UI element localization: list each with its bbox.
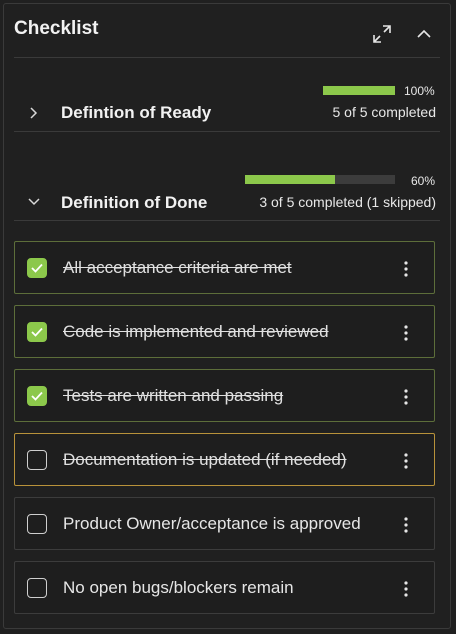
- checkbox-checked[interactable]: [27, 258, 47, 278]
- checkbox[interactable]: [27, 450, 47, 470]
- more-options-icon[interactable]: [398, 259, 414, 279]
- progress-fill: [323, 86, 395, 95]
- checklist-item[interactable]: Documentation is updated (if needed): [14, 433, 435, 486]
- section-title: Definition of Done: [61, 193, 208, 212]
- checkbox[interactable]: [27, 578, 47, 598]
- checkbox-checked[interactable]: [27, 322, 47, 342]
- item-label: Product Owner/acceptance is approved: [63, 514, 361, 533]
- checklist-item[interactable]: No open bugs/blockers remain: [14, 561, 435, 614]
- chevron-down-icon[interactable]: [26, 194, 42, 210]
- checklist-item[interactable]: Product Owner/acceptance is approved: [14, 497, 435, 550]
- section-title: Defintion of Ready: [61, 103, 212, 122]
- progress-summary: 3 of 5 completed (1 skipped): [259, 194, 436, 210]
- checklist-item[interactable]: Tests are written and passing: [14, 369, 435, 422]
- item-label: Tests are written and passing: [63, 386, 284, 405]
- progress-bar: [323, 86, 395, 95]
- checkbox-checked[interactable]: [27, 386, 47, 406]
- progress-percent: 100%: [404, 84, 435, 98]
- more-options-icon[interactable]: [398, 515, 414, 535]
- progress-summary: 5 of 5 completed: [332, 104, 436, 120]
- progress-percent: 60%: [411, 174, 436, 188]
- item-label: No open bugs/blockers remain: [63, 578, 294, 597]
- checklist-panel: Checklist 100% 5 of 5 completed Defintio…: [3, 3, 451, 629]
- header-divider: [14, 57, 440, 58]
- expand-diagonal-icon[interactable]: [370, 22, 394, 46]
- checklist-title: Checklist: [14, 18, 99, 39]
- more-options-icon[interactable]: [398, 387, 414, 407]
- chevron-right-icon[interactable]: [26, 105, 42, 121]
- progress-bar: [245, 175, 395, 184]
- item-label: Code is implemented and reviewed: [63, 322, 329, 341]
- item-label: Documentation is updated (if needed): [63, 450, 347, 469]
- checklist-item[interactable]: Code is implemented and reviewed: [14, 305, 435, 358]
- chevron-up-icon[interactable]: [412, 22, 436, 46]
- checklist-item[interactable]: All acceptance criteria are met: [14, 241, 435, 294]
- section-divider: [14, 131, 440, 132]
- checkbox[interactable]: [27, 514, 47, 534]
- item-label: All acceptance criteria are met: [63, 258, 292, 277]
- progress-fill: [245, 175, 335, 184]
- checklist-header: Checklist: [4, 4, 450, 60]
- more-options-icon[interactable]: [398, 323, 414, 343]
- section-divider: [14, 220, 440, 221]
- more-options-icon[interactable]: [398, 579, 414, 599]
- more-options-icon[interactable]: [398, 451, 414, 471]
